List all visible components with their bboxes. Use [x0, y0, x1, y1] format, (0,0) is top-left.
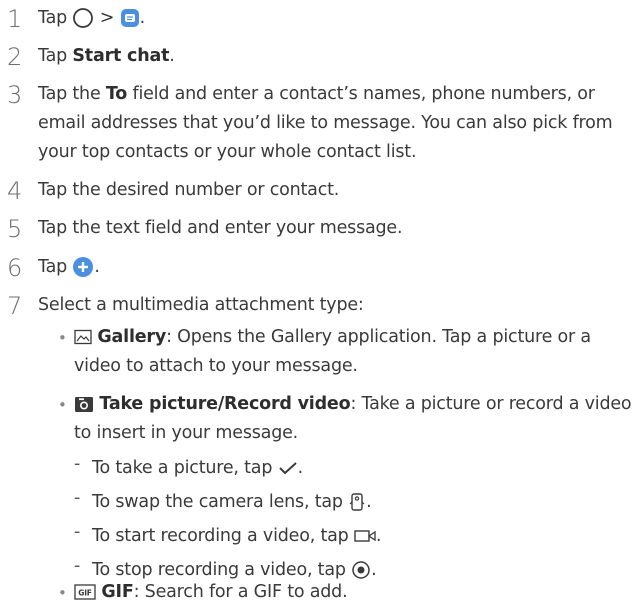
- attachment-text: Gallery: Opens the Gallery application. …: [74, 327, 591, 376]
- checkmark-icon: [278, 462, 297, 475]
- dash: -: [74, 522, 81, 542]
- step-text: Tap > .: [38, 8, 145, 28]
- svg-text:GIF: GIF: [78, 589, 92, 598]
- step-text: Tap the To field and enter a contact’s n…: [38, 84, 613, 162]
- dash: -: [74, 556, 81, 576]
- step-text: Tap the text field and enter your messag…: [38, 218, 403, 238]
- step-text: Tap Start chat.: [38, 46, 175, 66]
- dash: -: [74, 488, 81, 508]
- swap-camera-icon: [349, 493, 365, 511]
- attachment-text: Take picture/Record video: Take a pictur…: [74, 394, 632, 443]
- step-text: Select a multimedia attachment type:: [38, 295, 364, 315]
- gallery-icon: [74, 329, 92, 345]
- step-number: 7: [7, 292, 23, 320]
- step-text: Tap the desired number or contact.: [38, 180, 340, 200]
- step-number: 2: [7, 43, 23, 71]
- camera-step-text: To take a picture, tap .: [92, 458, 303, 478]
- bullet: •: [58, 584, 67, 602]
- step-number: 3: [7, 81, 23, 109]
- step-number: 4: [7, 177, 23, 205]
- bullet: •: [58, 329, 67, 347]
- attachment-text: GIF GIF: Search for a GIF to add.: [74, 578, 632, 607]
- camera-step-text: To swap the camera lens, tap .: [92, 492, 372, 512]
- plus-circle-icon: [73, 257, 94, 277]
- camera-icon: [75, 396, 93, 412]
- record-video-icon: [354, 530, 376, 542]
- stop-record-icon: [352, 561, 370, 579]
- bullet: •: [58, 396, 67, 414]
- messages-app-icon: [120, 9, 139, 27]
- step-number: 5: [7, 215, 23, 243]
- step-number: 1: [7, 5, 23, 33]
- step-text: Tap .: [38, 257, 100, 277]
- camera-step-text: To start recording a video, tap .: [92, 526, 382, 546]
- step-number: 6: [7, 254, 23, 282]
- gif-icon: GIF: [74, 584, 96, 600]
- home-circle-icon: [73, 8, 94, 28]
- dash: -: [74, 454, 81, 474]
